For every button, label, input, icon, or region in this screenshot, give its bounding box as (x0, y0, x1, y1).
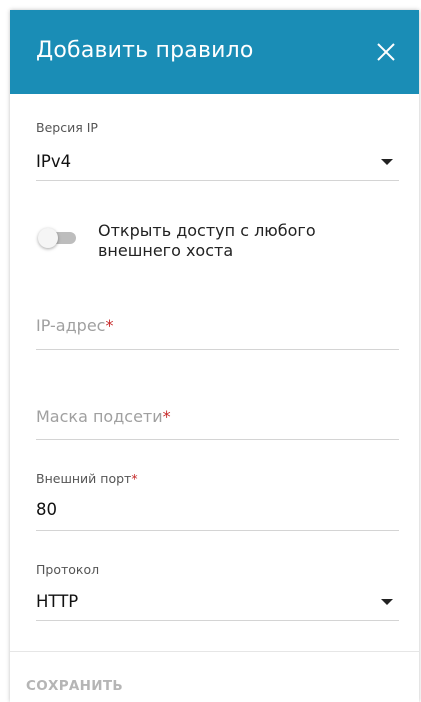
ip-version-label: Версия IP (36, 120, 98, 135)
close-icon (377, 43, 395, 61)
subnet-mask-placeholder: Маска подсети* (36, 407, 171, 426)
ip-address-placeholder: IP-адрес* (36, 316, 114, 335)
protocol-select[interactable]: HTTP (36, 578, 399, 624)
ip-address-underline (36, 349, 399, 350)
external-port-underline (36, 530, 399, 531)
open-access-toggle[interactable] (38, 226, 78, 250)
toggle-knob (38, 228, 58, 248)
ip-version-select[interactable]: IPv4 (36, 138, 399, 184)
dropdown-arrow-icon (381, 599, 393, 605)
required-mark: * (131, 471, 138, 486)
protocol-label: Протокол (36, 562, 100, 577)
add-rule-dialog: Добавить правило Версия IP IPv4 Открыть … (10, 10, 419, 702)
external-port-label: Внешний порт* (36, 471, 138, 486)
subnet-mask-underline (36, 439, 399, 440)
dialog-header: Добавить правило (10, 10, 419, 94)
ip-version-underline (36, 180, 399, 181)
required-mark: * (162, 407, 171, 426)
external-port-value: 80 (36, 500, 57, 519)
dialog-title: Добавить правило (36, 38, 254, 63)
ip-version-value: IPv4 (36, 152, 72, 171)
protocol-underline (36, 620, 399, 621)
close-button[interactable] (372, 38, 400, 66)
footer-divider (10, 651, 419, 652)
protocol-value: HTTP (36, 592, 79, 611)
dropdown-arrow-icon (381, 159, 393, 165)
open-access-label: Открыть доступ с любого внешнего хоста (98, 221, 316, 260)
required-mark: * (105, 316, 114, 335)
save-button[interactable]: СОХРАНИТЬ (26, 678, 123, 694)
